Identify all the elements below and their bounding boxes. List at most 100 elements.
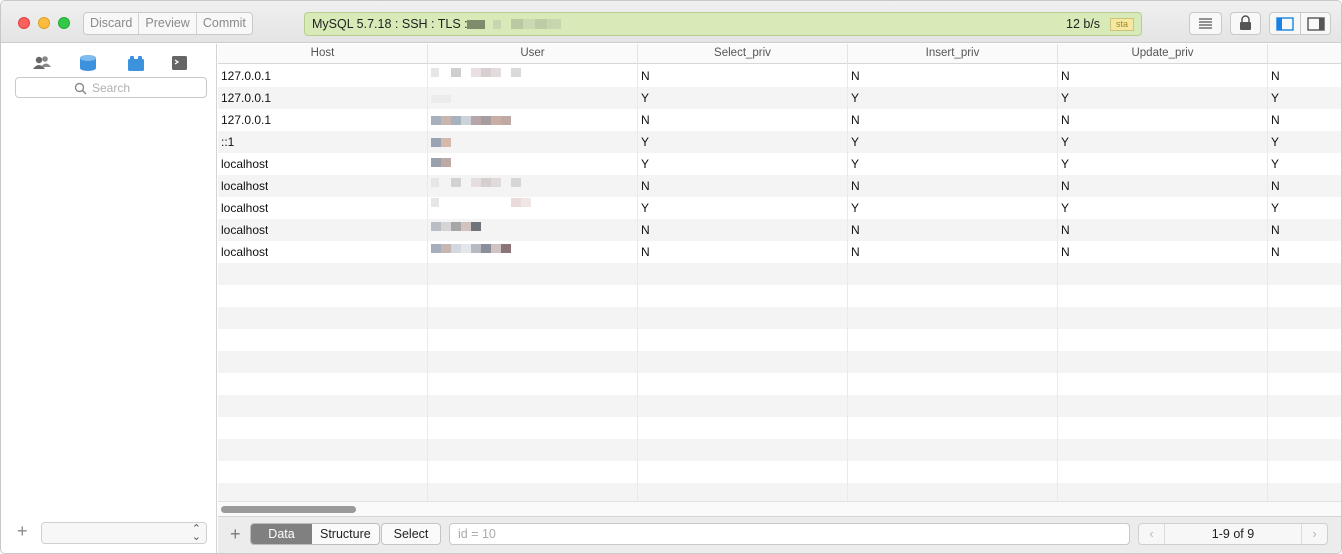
cell-update-priv[interactable]: N xyxy=(1061,219,1070,241)
cell-insert-priv[interactable]: Y xyxy=(851,153,859,175)
cell-next-priv[interactable]: N xyxy=(1271,109,1280,131)
column-header-update-priv[interactable]: Update_priv xyxy=(1058,44,1268,64)
terminal-icon[interactable] xyxy=(171,54,191,72)
lego-icon[interactable] xyxy=(126,54,146,72)
cell-host[interactable]: localhost xyxy=(221,175,268,197)
traffic-speed: 12 b/s xyxy=(1066,17,1101,31)
table-row[interactable] xyxy=(218,197,1341,219)
discard-button[interactable]: Discard xyxy=(84,13,140,34)
scrollbar-thumb[interactable] xyxy=(221,506,356,513)
cell-update-priv[interactable]: N xyxy=(1061,65,1070,87)
cell-select-priv[interactable]: Y xyxy=(641,87,649,109)
cell-select-priv[interactable]: N xyxy=(641,65,650,87)
cell-host[interactable]: localhost xyxy=(221,219,268,241)
cell-insert-priv[interactable]: Y xyxy=(851,87,859,109)
cell-host[interactable]: 127.0.0.1 xyxy=(221,65,271,87)
redacted-user-image xyxy=(431,158,451,167)
cell-next-priv[interactable]: N xyxy=(1271,219,1280,241)
horizontal-scrollbar[interactable] xyxy=(218,501,1341,516)
cell-next-priv[interactable]: N xyxy=(1271,241,1280,263)
cell-insert-priv[interactable]: N xyxy=(851,109,860,131)
table-row[interactable] xyxy=(218,219,1341,241)
tab-data[interactable]: Data xyxy=(251,524,312,544)
users-icon[interactable] xyxy=(32,54,52,72)
column-header-insert-priv[interactable]: Insert_priv xyxy=(848,44,1058,64)
cell-update-priv[interactable]: Y xyxy=(1061,87,1069,109)
empty-row xyxy=(218,461,1341,483)
cell-host[interactable]: ::1 xyxy=(221,131,234,153)
close-window-button[interactable] xyxy=(18,17,30,29)
cell-insert-priv[interactable]: N xyxy=(851,175,860,197)
cell-select-priv[interactable]: N xyxy=(641,109,650,131)
redacted-user-image xyxy=(431,178,521,187)
bottom-toolbar: + Data Structure Select id = 10 ‹ 1-9 of… xyxy=(218,516,1341,553)
cell-host[interactable]: 127.0.0.1 xyxy=(221,109,271,131)
toggle-left-sidebar-button[interactable] xyxy=(1270,13,1301,34)
data-table: Host User Select_priv Insert_priv Update… xyxy=(218,44,1341,501)
lock-icon xyxy=(1240,15,1251,30)
cell-update-priv[interactable]: Y xyxy=(1061,197,1069,219)
cell-next-priv[interactable]: N xyxy=(1271,175,1280,197)
cell-select-priv[interactable]: Y xyxy=(641,131,649,153)
cell-select-priv[interactable]: N xyxy=(641,175,650,197)
cell-insert-priv[interactable]: Y xyxy=(851,197,859,219)
cell-select-priv[interactable]: N xyxy=(641,241,650,263)
redacted-user-image xyxy=(431,68,521,77)
cell-insert-priv[interactable]: N xyxy=(851,219,860,241)
column-header-user[interactable]: User xyxy=(428,44,638,64)
next-page-button[interactable]: › xyxy=(1301,524,1327,544)
cell-insert-priv[interactable]: N xyxy=(851,241,860,263)
cell-host[interactable]: localhost xyxy=(221,153,268,175)
commit-button[interactable]: Commit xyxy=(197,13,252,34)
preview-button[interactable]: Preview xyxy=(139,13,197,34)
cell-next-priv[interactable]: N xyxy=(1271,65,1280,87)
cell-insert-priv[interactable]: Y xyxy=(851,131,859,153)
cell-insert-priv[interactable]: N xyxy=(851,65,860,87)
previous-page-button[interactable]: ‹ xyxy=(1139,524,1165,544)
cell-select-priv[interactable]: Y xyxy=(641,197,649,219)
database-icon[interactable] xyxy=(78,54,98,72)
cell-update-priv[interactable]: Y xyxy=(1061,131,1069,153)
cell-select-priv[interactable]: Y xyxy=(641,153,649,175)
cell-host[interactable]: localhost xyxy=(221,197,268,219)
toggle-right-sidebar-button[interactable] xyxy=(1301,13,1330,34)
cell-next-priv[interactable]: Y xyxy=(1271,197,1279,219)
add-item-button[interactable]: + xyxy=(17,522,28,540)
safe-mode-lock-button[interactable] xyxy=(1230,12,1261,35)
column-header-host[interactable]: Host xyxy=(218,44,428,64)
cell-next-priv[interactable]: Y xyxy=(1271,87,1279,109)
page-count: 1-9 of 9 xyxy=(1211,527,1255,541)
cell-update-priv[interactable]: Y xyxy=(1061,153,1069,175)
cell-host[interactable]: 127.0.0.1 xyxy=(221,87,271,109)
column-header-select-priv[interactable]: Select_priv xyxy=(638,44,848,64)
search-input[interactable]: Search xyxy=(15,77,207,98)
column-header-next[interactable] xyxy=(1268,44,1341,64)
empty-row xyxy=(218,329,1341,351)
add-row-button[interactable]: + xyxy=(230,525,241,543)
table-row[interactable] xyxy=(218,87,1341,109)
cell-next-priv[interactable]: Y xyxy=(1271,131,1279,153)
filter-input[interactable]: id = 10 xyxy=(449,523,1130,545)
table-row[interactable] xyxy=(218,109,1341,131)
table-row[interactable] xyxy=(218,153,1341,175)
table-row[interactable] xyxy=(218,65,1341,87)
cell-update-priv[interactable]: N xyxy=(1061,175,1070,197)
column-divider xyxy=(1057,64,1058,501)
table-row[interactable] xyxy=(218,131,1341,153)
connection-status-bar[interactable]: MySQL 5.7.18 : SSH : TLS : 12 b/s sta xyxy=(304,12,1142,36)
console-log-button[interactable] xyxy=(1189,12,1222,35)
cell-host[interactable]: localhost xyxy=(221,241,268,263)
minimize-window-button[interactable] xyxy=(38,17,50,29)
cell-next-priv[interactable]: Y xyxy=(1271,153,1279,175)
table-row[interactable] xyxy=(218,175,1341,197)
cell-update-priv[interactable]: N xyxy=(1061,109,1070,131)
select-button[interactable]: Select xyxy=(381,523,441,545)
empty-row xyxy=(218,439,1341,461)
search-icon xyxy=(74,82,87,95)
tab-structure[interactable]: Structure xyxy=(312,524,379,544)
database-select[interactable]: ⌃ ⌄ xyxy=(41,522,207,544)
zoom-window-button[interactable] xyxy=(58,17,70,29)
table-row[interactable] xyxy=(218,241,1341,263)
cell-update-priv[interactable]: N xyxy=(1061,241,1070,263)
cell-select-priv[interactable]: N xyxy=(641,219,650,241)
